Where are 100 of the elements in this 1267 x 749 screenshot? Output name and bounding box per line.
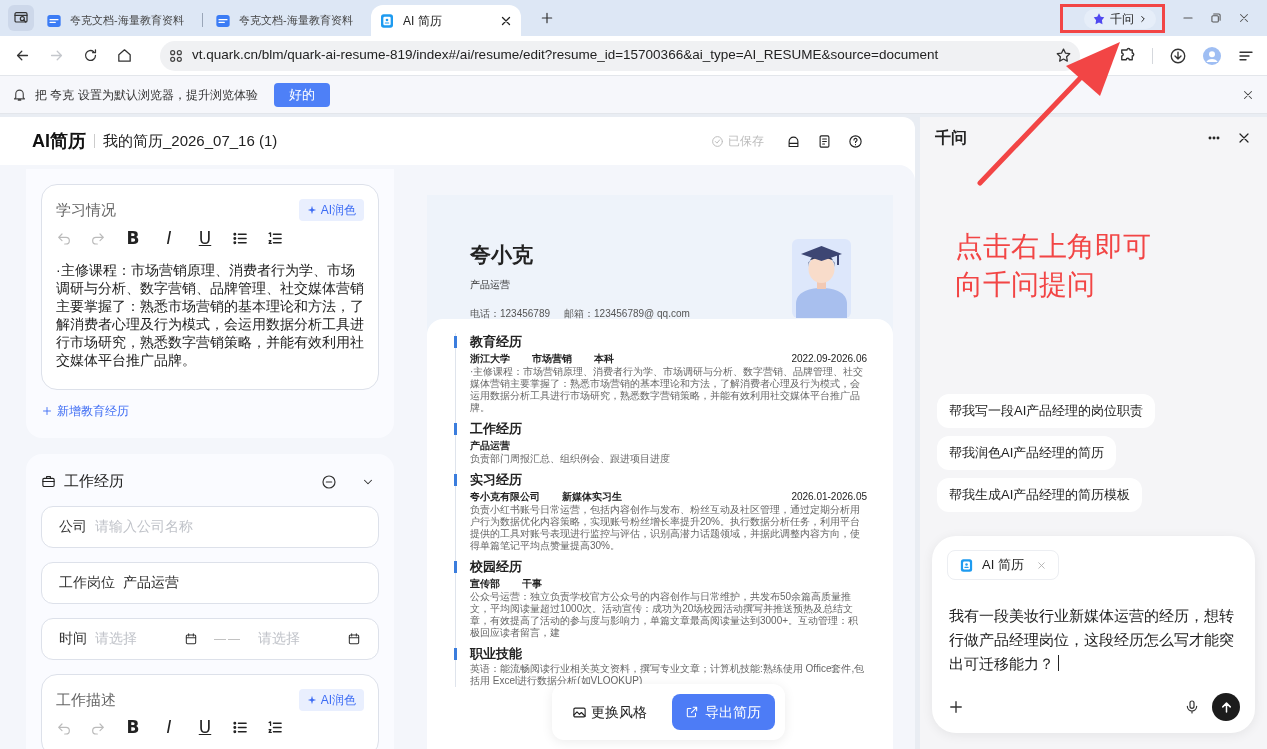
image-icon (572, 704, 588, 720)
calendar-icon (347, 631, 361, 646)
study-details-editor[interactable]: 学习情况 AI润色 B I U ·主修课程：市场营销原理、消费者行为学、市场调研与分析、数字营销、品牌管理、社交媒体营销主要掌握了：熟悉市场营销的基本理论和方法，了解消费者心理及行为模式，会运用数据分析工具进行市场研究，熟悉数字营销策略，并能有效利用社交媒体平台推广品牌。 (41, 184, 379, 390)
bullet-list-icon[interactable] (232, 719, 249, 736)
entry-description: 公众号运营：独立负责学校官方公众号的内容创作与日常维护，共发布50余篇高质量推文，平均阅读量超过1000次。活动宣传：成功为20场校园活动撰写并推送预热及总结文章，有效提高了活动的参与度与影响力，单篇文章最高阅读量达到3000+。互动管理：积极回应读者留言，建 (470, 591, 860, 639)
entry-date: 2026.01-2026.05 (791, 490, 867, 504)
tab-title: AI 简历 (403, 12, 442, 30)
format-button[interactable]: B (124, 719, 142, 736)
annotation-text: 点击右上角即可 (955, 230, 1151, 264)
text-field[interactable]: 公司 请输入公司名称 (41, 505, 379, 548)
study-details-text: ·主修课程：市场营销原理、消费者行为学、市场调研与分析、数字营销、品牌管理、社交媒体营销主要掌握了：熟悉市场营销的基本理论和方法，了解消费者心理及行为模式，会运用数据分析工具进行市场研究，熟悉数字营销策略，并能有效利用社交媒体平台推广品牌。 (56, 260, 364, 369)
save-status: 已保存 (728, 133, 764, 150)
ai-polish-button[interactable]: AI润色 (298, 688, 364, 711)
text-cursor (1058, 655, 1059, 671)
close-window-icon[interactable] (1237, 11, 1251, 25)
chevron-right-icon (1138, 13, 1148, 24)
ai-polish-button[interactable]: AI润色 (298, 199, 364, 222)
format-button[interactable]: I (160, 229, 178, 247)
numbered-list-icon[interactable] (267, 719, 284, 736)
resume-section-title: 工作经历 (470, 420, 522, 439)
site-info-icon[interactable] (168, 47, 184, 64)
entry-detail: 本科 (594, 352, 614, 366)
annotation-text: 向千问提问 (955, 268, 1096, 302)
entry-date: 2022.09-2026.06 (791, 352, 867, 366)
suggestion-chip[interactable]: 帮我生成AI产品经理的简历模板 (937, 478, 1143, 512)
browser-tab[interactable]: 夸克文档-海量教育资料 (38, 5, 198, 36)
format-button[interactable]: I (160, 719, 178, 736)
home-icon (115, 47, 133, 64)
suggestion-chip[interactable]: 帮我润色AI产品经理的简历 (937, 436, 1117, 470)
section-marker (454, 474, 457, 486)
field-placeholder: 请选择 (95, 629, 137, 648)
field-placeholder: 请输入公司名称 (95, 517, 193, 536)
help-icon[interactable] (848, 133, 863, 149)
change-style-button[interactable]: 更换风格 (562, 694, 658, 730)
url-text: vt.quark.cn/blm/quark-ai-resume-819/index#/ai/resume/edit?resume_id=15700366&ai_type=AI_RESUME&source=document (192, 46, 939, 65)
microphone-icon[interactable] (1184, 699, 1200, 715)
section-title: 工作经历 (64, 471, 124, 492)
check-circle-icon (711, 134, 724, 148)
field-placeholder: 请选择 (258, 629, 300, 648)
dome-icon[interactable] (786, 133, 801, 149)
confirm-button[interactable]: 好的 (273, 82, 330, 107)
contact-text: 电话：123456789 (470, 306, 551, 321)
suggestion-chip[interactable]: 帮我写一段AI产品经理的岗位职责 (937, 394, 1156, 428)
plus-icon (41, 404, 53, 417)
download-icon[interactable] (1169, 46, 1187, 65)
range-separator: —— (214, 630, 242, 648)
field-label: 工作岗位 (59, 573, 115, 592)
add-icon[interactable] (947, 698, 965, 716)
entry-detail: 夸小克有限公司 (470, 490, 540, 504)
document-icon (215, 12, 231, 29)
restore-icon[interactable] (1209, 11, 1223, 25)
add-education-link[interactable]: 新增教育经历 (41, 401, 129, 420)
work-description-editor[interactable]: 工作描述 AI润色 B I U (41, 673, 379, 749)
assistant-button[interactable]: 千问 (1084, 8, 1156, 29)
format-button[interactable]: B (124, 229, 142, 247)
export-resume-button[interactable]: 导出简历 (671, 694, 775, 730)
plus-icon (539, 10, 555, 26)
document-lines-icon[interactable] (817, 133, 832, 149)
tab-search-icon (13, 10, 29, 26)
entry-description: 负责小红书账号日常运营，包括内容创作与发布、粉丝互动及社区管理，通过定期分析用户行为数据优化内容策略，实现账号粉丝增长率提升20%。执行数据分析任务，利用平台提供的工具对账号表现进行监控与评估，识别高潜力话题领域，并据此调整内容方向，使得单篇笔记平均点赞量提高30%。 (470, 504, 861, 552)
section-marker (454, 648, 457, 660)
browser-tab[interactable]: AI 简历 (371, 5, 521, 36)
entry-description: ·主修课程：市场营销原理、消费者行为学、市场调研与分析、数字营销、品牌管理、社交媒体营销主要掌握了：熟悉市场营销的基本理论和方法，了解消费者心理及行为模式，会运用数据分析工具进行市场研究，熟悉数字营销策略，并能有效利用社交媒体平台推广品牌。 (470, 366, 865, 414)
resume-icon (959, 557, 974, 573)
tab-list-button[interactable] (8, 5, 34, 31)
entry-description: 负责部门周报汇总、组织例会、跟进项目进度 (470, 453, 671, 465)
send-button[interactable] (1212, 693, 1240, 721)
chat-composer[interactable]: AI 简历 我有一段美妆行业新媒体运营的经历，想转行做产品经理岗位，这段经历怎么写才能突出可迁移能力？ (932, 536, 1255, 733)
document-title: 我的简历_2026_07_16 (1) (103, 130, 278, 151)
section-marker (454, 561, 457, 573)
resume-section-title: 实习经历 (470, 471, 522, 490)
numbered-list-icon[interactable] (267, 229, 284, 247)
entry-detail: 产品运营 (470, 439, 510, 453)
resume-section-title: 校园经历 (470, 558, 522, 577)
field-value: 产品运营 (123, 573, 179, 592)
tab-title: 夸克文档-海量教育资料 (239, 13, 353, 29)
attachment-chip[interactable]: AI 简历 (947, 550, 1059, 580)
resume-icon (379, 12, 395, 29)
tab-title: 夸克文档-海量教育资料 (70, 13, 184, 29)
bookmark-star-icon[interactable] (1055, 47, 1072, 64)
export-icon (685, 705, 700, 719)
attachment-label: AI 简历 (982, 556, 1024, 575)
entry-detail: 干事 (522, 577, 542, 591)
entry-detail: 宣传部 (470, 577, 500, 591)
text-field[interactable]: 工作岗位 产品运营 (41, 561, 379, 604)
resume-section-title: 职业技能 (470, 645, 522, 663)
format-button[interactable]: U (196, 719, 214, 736)
browser-tab[interactable]: 夸克文档-海量教育资料 (207, 5, 367, 36)
calendar-icon (184, 631, 198, 646)
document-icon (46, 12, 62, 29)
entry-detail: 浙江大学 (470, 352, 510, 366)
remove-section-icon[interactable] (321, 473, 337, 490)
resume-section-title: 教育经历 (470, 333, 522, 352)
briefcase-icon (41, 474, 56, 489)
field-label: 学习情况 (56, 200, 116, 220)
message-input[interactable]: 我有一段美妆行业新媒体运营的经历，想转行做产品经理岗位，这段经历怎么写才能突出可迁移能力？ (947, 604, 1240, 676)
format-button[interactable]: U (196, 229, 214, 247)
address-field[interactable]: vt.quark.cn/blm/quark-ai-resume-819/index#/ai/resume/edit?resume_id=15700366&ai_type=AI_RESUME&source=document (160, 40, 1080, 71)
field-label: 工作描述 (56, 689, 116, 710)
contact-text: 邮箱：123456789@ qq.com (564, 306, 690, 321)
